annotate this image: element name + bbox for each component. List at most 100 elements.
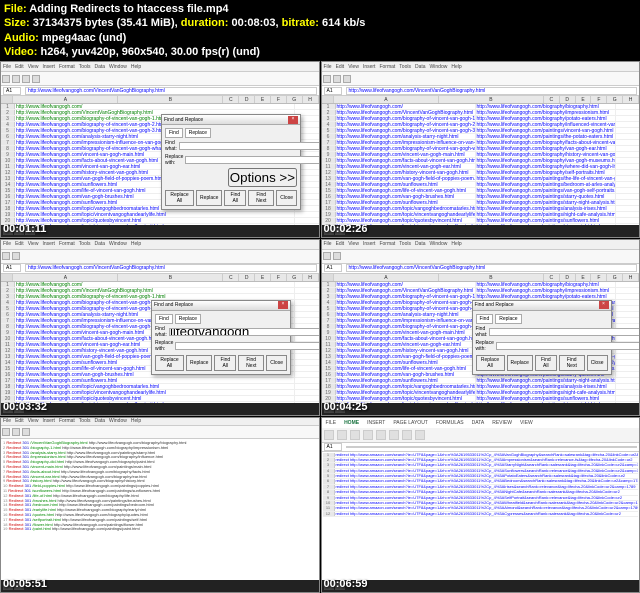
menu-view[interactable]: View	[28, 64, 39, 70]
row-num[interactable]: 16	[322, 194, 336, 199]
find-next-button[interactable]: Find Next	[559, 355, 585, 371]
row-num[interactable]: 9	[322, 330, 336, 335]
col-header[interactable]	[322, 96, 334, 103]
find-next-button[interactable]: Find Next	[248, 190, 274, 206]
cell[interactable]: http://www.lifeofvangogh.com/topic/vince…	[15, 212, 295, 217]
cell[interactable]: http://www.lifeofvangogh.com/analysis-st…	[336, 312, 476, 317]
cell[interactable]: http://www.lifeofvangogh.com/	[336, 282, 476, 287]
col-header[interactable]	[322, 274, 334, 281]
ribbon-tab-formulas[interactable]: FORMULAS	[434, 419, 466, 427]
row-num[interactable]: 15	[322, 366, 336, 371]
tab-find[interactable]: Find	[165, 128, 183, 138]
row-num[interactable]: 2	[322, 288, 336, 293]
menu-data[interactable]: Data	[94, 241, 105, 247]
menu-format[interactable]: Format	[379, 241, 395, 247]
row-num[interactable]: 5	[1, 306, 15, 311]
replace-button[interactable]: Replace	[186, 355, 212, 371]
menu-edit[interactable]: Edit	[15, 64, 24, 70]
cell[interactable]: redirect http://www.amazon.com/search?ie…	[335, 453, 639, 457]
excel-ribbon[interactable]: FILEHOMEINSERTPAGE LAYOUTFORMULASDATAREV…	[322, 418, 640, 443]
cell[interactable]: redirect http://www.amazon.com/search?ie…	[335, 490, 639, 494]
row-num[interactable]: 17	[1, 378, 15, 383]
cell[interactable]: redirect http://www.amazon.com/search?ie…	[335, 469, 639, 473]
col-header[interactable]: F	[271, 96, 287, 103]
menu-tools[interactable]: Tools	[79, 241, 91, 247]
cell[interactable]: http://www.lifeofvangogh.com/vincent-van…	[336, 152, 476, 157]
col-header[interactable]: B	[439, 96, 544, 103]
code-editor[interactable]: 1 Redirect 301 /VincentVanGoghBiography.…	[1, 439, 319, 592]
row-num[interactable]: 18	[322, 206, 336, 211]
col-header[interactable]: H	[303, 274, 319, 281]
col-header[interactable]: G	[287, 274, 303, 281]
find-all-button[interactable]: Find All	[214, 355, 236, 371]
cell[interactable]: redirect http://www.amazon.com/search?ie…	[335, 506, 639, 510]
row-num[interactable]: 4	[1, 300, 15, 305]
row-num[interactable]: 3	[322, 294, 336, 299]
cell[interactable]: http://www.lifeofvangogh.com/van-gogh-br…	[336, 194, 476, 199]
menu-file[interactable]: File	[3, 241, 11, 247]
cell[interactable]: http://www.lifeofvangogh.com/vincent-van…	[336, 342, 476, 347]
row-num[interactable]: 11	[1, 164, 15, 169]
row-num[interactable]: 7	[322, 318, 336, 323]
col-header[interactable]: E	[576, 274, 592, 281]
cell[interactable]: http://www.lifeofvangogh.com/biography-o…	[336, 324, 476, 329]
row-num[interactable]: 2	[1, 110, 15, 115]
replace-all-button[interactable]: Replace All	[165, 190, 194, 206]
menu-file[interactable]: File	[3, 64, 11, 70]
ribbon-tab-review[interactable]: REVIEW	[490, 419, 514, 427]
menu-format[interactable]: Format	[59, 418, 75, 424]
cell[interactable]: http://www.lifeofvangogh.com/vincent-van…	[336, 330, 476, 335]
col-header[interactable]: H	[303, 96, 319, 103]
menu-insert[interactable]: Insert	[42, 64, 55, 70]
find-all-button[interactable]: Find All	[224, 190, 246, 206]
row-num[interactable]: 6	[322, 312, 336, 317]
cell[interactable]: http://www.lifeofvangogh.com/	[15, 282, 295, 287]
row-num[interactable]: 8	[322, 146, 336, 151]
menu-data[interactable]: Data	[94, 418, 105, 424]
row-num[interactable]: 17	[1, 200, 15, 205]
cell[interactable]: http://www.lifeofvangogh.com/sunflowers.…	[336, 200, 476, 205]
cell[interactable]: http://www.lifeofvangogh.com/life-of-vin…	[336, 188, 476, 193]
menu-help[interactable]: Help	[451, 241, 461, 247]
row-num[interactable]: 16	[1, 372, 15, 377]
row-num[interactable]: 17	[322, 378, 336, 383]
close-icon[interactable]: ×	[599, 301, 609, 309]
row-num[interactable]: 13	[322, 354, 336, 359]
col-header[interactable]: F	[591, 96, 607, 103]
cell[interactable]: http://www.lifeofvangogh.com/topic/vango…	[336, 384, 476, 389]
close-icon[interactable]: ×	[278, 301, 288, 309]
menu-insert[interactable]: Insert	[363, 241, 376, 247]
row-num[interactable]: 7	[1, 318, 15, 323]
cell[interactable]: http://www.lifeofvangogh.com/paintings/s…	[476, 200, 616, 205]
menu-edit[interactable]: Edit	[15, 241, 24, 247]
cell[interactable]: http://www.lifeofvangogh.com/VincentVanG…	[336, 288, 476, 293]
col-header[interactable]: B	[118, 274, 223, 281]
menu-view[interactable]: View	[348, 64, 359, 70]
cell[interactable]: http://www.lifeofvangogh.com/	[15, 104, 295, 109]
cell[interactable]: http://www.lifeofvangogh.com/paintings/a…	[476, 384, 616, 389]
toolbar[interactable]	[1, 72, 319, 86]
cell[interactable]: http://www.lifeofvangogh.com/paintings/s…	[476, 378, 616, 383]
cell[interactable]: http://www.lifeofvangogh.com/paintings/t…	[476, 134, 616, 139]
cell[interactable]: redirect http://www.amazon.com/search?ie…	[335, 474, 639, 478]
row-num[interactable]: 1	[322, 282, 336, 287]
menu-help[interactable]: Help	[131, 64, 141, 70]
cell[interactable]: http://www.lifeofvangogh.com/biography/v…	[476, 146, 616, 151]
menu-insert[interactable]: Insert	[363, 64, 376, 70]
replace-all-button[interactable]: Replace All	[476, 355, 505, 371]
find-all-button[interactable]: Find All	[535, 355, 557, 371]
cell[interactable]: http://www.lifeofvangogh.com/biography-o…	[336, 122, 476, 127]
cell[interactable]: http://www.lifeofvangogh.com/biography/s…	[476, 170, 616, 175]
ribbon-tab-home[interactable]: HOME	[342, 419, 361, 427]
cell[interactable]: redirect http://www.amazon.com/search?ie…	[335, 463, 639, 467]
cell[interactable]: http://www.lifeofvangogh.com/van-gogh-fi…	[336, 354, 476, 359]
menu-edit[interactable]: Edit	[336, 241, 345, 247]
col-header[interactable]: D	[239, 274, 255, 281]
row-num[interactable]: 19	[1, 390, 15, 395]
menu-edit[interactable]: Edit	[15, 418, 24, 424]
row-num[interactable]: 12	[323, 512, 335, 516]
col-header[interactable]: B	[439, 274, 544, 281]
cell[interactable]: http://www.lifeofvangogh.com/biography/h…	[476, 152, 616, 157]
taskbar[interactable]	[1, 225, 319, 237]
cell[interactable]: http://www.lifeofvangogh.com/paintings/t…	[476, 176, 616, 181]
